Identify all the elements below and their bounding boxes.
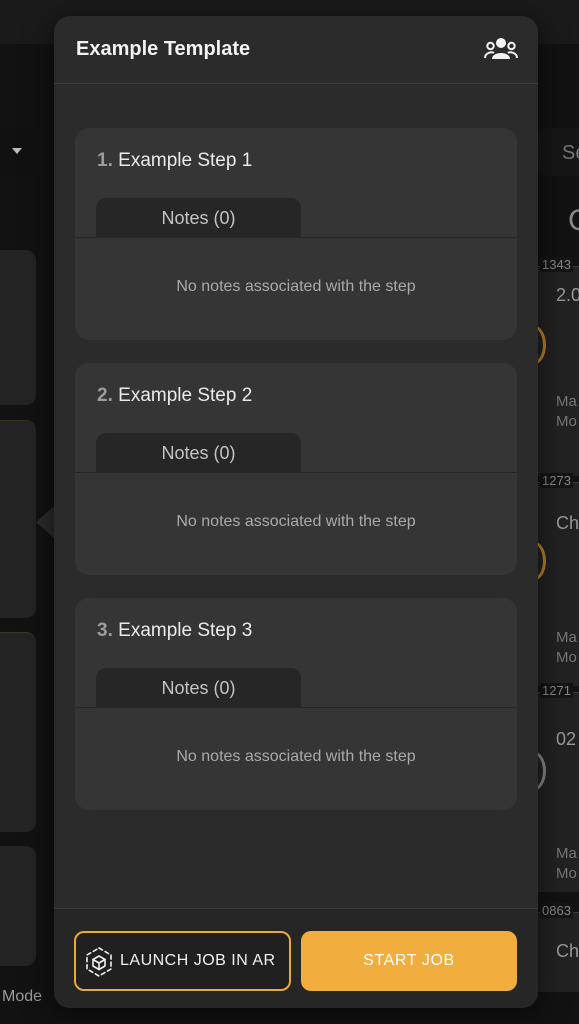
empty-notes-message: No notes associated with the step bbox=[176, 513, 416, 530]
job-title: 2.0 bbox=[556, 285, 579, 305]
popover-arrow bbox=[36, 506, 54, 538]
tab-notes[interactable]: Notes (0) bbox=[96, 198, 301, 238]
step-title: 1. Example Step 1 bbox=[97, 150, 252, 172]
background-job-card[interactable]: 1343 2.0 Ma Mo bbox=[520, 257, 579, 476]
job-meta: Ma bbox=[556, 393, 577, 410]
background-list-card[interactable] bbox=[0, 632, 36, 832]
background-job-card[interactable]: 1271 02 Ma Mo bbox=[520, 683, 579, 892]
step-name: Example Step 1 bbox=[118, 150, 253, 171]
background-mode-label: Mode bbox=[2, 988, 43, 1005]
popover-header: Example Template bbox=[54, 16, 538, 84]
job-id: 1343 bbox=[540, 257, 573, 272]
step-title: 2. Example Step 2 bbox=[97, 385, 252, 407]
step-card[interactable]: 3. Example Step 3 Notes (0) No notes ass… bbox=[75, 598, 517, 810]
popover-title: Example Template bbox=[76, 38, 251, 60]
job-meta: Ma bbox=[556, 845, 577, 862]
job-id: 1273 bbox=[540, 473, 573, 488]
popover-footer: LAUNCH JOB IN AR START JOB bbox=[54, 908, 538, 1008]
step-number: 3. bbox=[97, 620, 113, 641]
empty-notes-message: No notes associated with the step bbox=[176, 278, 416, 295]
launch-job-in-ar-button[interactable]: LAUNCH JOB IN AR bbox=[74, 931, 291, 991]
ar-cube-icon bbox=[86, 947, 112, 977]
step-name: Example Step 3 bbox=[118, 620, 253, 641]
job-title: Ch bbox=[556, 941, 579, 961]
tab-notes[interactable]: Notes (0) bbox=[96, 668, 301, 708]
background-dropdown[interactable] bbox=[0, 128, 36, 176]
step-number: 2. bbox=[97, 385, 113, 406]
step-number: 1. bbox=[97, 150, 113, 171]
people-group-icon[interactable] bbox=[484, 36, 518, 62]
job-id: 1271 bbox=[540, 683, 573, 698]
step-name: Example Step 2 bbox=[118, 385, 253, 406]
divider bbox=[75, 237, 517, 238]
job-title: 02 bbox=[556, 729, 577, 749]
job-meta: Mo bbox=[556, 649, 577, 666]
step-card[interactable]: 1. Example Step 1 Notes (0) No notes ass… bbox=[75, 128, 517, 340]
chevron-down-icon bbox=[12, 148, 22, 154]
empty-notes-message: No notes associated with the step bbox=[176, 748, 416, 765]
search-placeholder: Sear bbox=[562, 142, 579, 164]
divider bbox=[75, 707, 517, 708]
job-id: 0863 bbox=[540, 903, 573, 918]
start-job-button[interactable]: START JOB bbox=[301, 931, 517, 991]
job-title: Ch bbox=[556, 513, 579, 533]
tab-notes[interactable]: Notes (0) bbox=[96, 433, 301, 473]
background-list-card[interactable] bbox=[0, 250, 36, 405]
step-card[interactable]: 2. Example Step 2 Notes (0) No notes ass… bbox=[75, 363, 517, 575]
job-meta: Mo bbox=[556, 865, 577, 882]
divider bbox=[75, 472, 517, 473]
background-job-card[interactable]: 1273 Ch Ma Mo bbox=[520, 473, 579, 686]
step-title: 3. Example Step 3 bbox=[97, 620, 252, 642]
background-search-field[interactable]: Sear bbox=[538, 128, 579, 176]
job-meta: Mo bbox=[556, 413, 577, 430]
job-meta: Ma bbox=[556, 629, 577, 646]
background-list-card[interactable] bbox=[0, 420, 36, 618]
background-list-card[interactable] bbox=[0, 846, 36, 966]
background-heading-fragment: C bbox=[568, 204, 579, 237]
template-popover: Example Template 1. Example Step 1 Notes… bbox=[54, 16, 538, 1008]
background-job-card[interactable]: 0863 Ch bbox=[538, 903, 579, 992]
launch-job-in-ar-label: LAUNCH JOB IN AR bbox=[120, 952, 276, 969]
